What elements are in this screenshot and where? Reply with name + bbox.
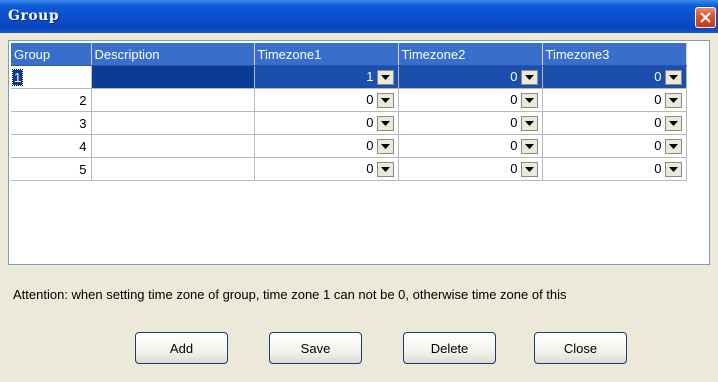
group-number-cell[interactable]: 1 (11, 65, 92, 89)
delete-button[interactable]: Delete (403, 332, 496, 364)
timezone3-dropdown[interactable] (664, 93, 682, 108)
timezone2-cell[interactable]: 0 (398, 65, 543, 89)
table-row[interactable]: 3 0 0 0 (11, 111, 687, 135)
timezone3-dropdown[interactable] (664, 139, 682, 154)
dropdown-arrow-icon (524, 98, 534, 103)
group-number-cell[interactable]: 5 (11, 157, 92, 181)
attention-message: Attention: when setting time zone of gro… (13, 287, 567, 302)
header-row: Group Description Timezone1 Timezone2 Ti… (11, 43, 687, 66)
timezone2-dropdown[interactable] (520, 70, 538, 85)
timezone1-value: 0 (366, 115, 374, 130)
timezone1-value: 0 (366, 161, 374, 176)
timezone3-value: 0 (654, 92, 662, 107)
description-cell[interactable] (91, 88, 255, 112)
close-icon (700, 12, 711, 23)
group-number-cell[interactable]: 3 (11, 111, 92, 135)
timezone3-value: 0 (654, 69, 662, 84)
timezone3-cell[interactable]: 0 (542, 88, 687, 112)
window-title: Group (8, 8, 60, 24)
timezone1-cell[interactable]: 0 (254, 157, 399, 181)
timezone2-value: 0 (510, 92, 518, 107)
table-row[interactable]: 2 0 0 0 (11, 88, 687, 112)
timezone2-dropdown[interactable] (520, 93, 538, 108)
group-window: Group Group Description Timezone1 Timezo… (0, 0, 718, 382)
timezone3-dropdown[interactable] (664, 116, 682, 131)
timezone1-value: 1 (366, 69, 374, 84)
description-cell[interactable] (91, 65, 255, 89)
timezone2-cell[interactable]: 0 (398, 111, 543, 135)
description-cell[interactable] (91, 111, 255, 135)
group-number: 1 (11, 68, 24, 86)
dropdown-arrow-icon (524, 75, 534, 80)
timezone3-cell[interactable]: 0 (542, 111, 687, 135)
timezone1-cell[interactable]: 0 (254, 134, 399, 158)
close-window-button[interactable] (695, 7, 716, 28)
timezone3-cell[interactable]: 0 (542, 157, 687, 181)
column-header-timezone3[interactable]: Timezone3 (542, 43, 687, 66)
group-number-cell[interactable]: 4 (11, 134, 92, 158)
group-number-cell[interactable]: 2 (11, 88, 92, 112)
timezone1-cell[interactable]: 1 (254, 65, 399, 89)
timezone2-dropdown[interactable] (520, 116, 538, 131)
dropdown-arrow-icon (668, 167, 678, 172)
table-row[interactable]: 5 0 0 0 (11, 157, 687, 181)
timezone1-dropdown[interactable] (376, 93, 394, 108)
table-row[interactable]: 4 0 0 0 (11, 134, 687, 158)
timezone3-dropdown[interactable] (664, 70, 682, 85)
dropdown-arrow-icon (668, 121, 678, 126)
dropdown-arrow-icon (524, 144, 534, 149)
timezone3-cell[interactable]: 0 (542, 134, 687, 158)
timezone2-value: 0 (510, 69, 518, 84)
timezone3-value: 0 (654, 138, 662, 153)
timezone3-dropdown[interactable] (664, 162, 682, 177)
timezone2-value: 0 (510, 115, 518, 130)
dropdown-arrow-icon (380, 75, 390, 80)
dropdown-arrow-icon (668, 98, 678, 103)
timezone1-value: 0 (366, 92, 374, 107)
close-button[interactable]: Close (534, 332, 627, 364)
timezone1-dropdown[interactable] (376, 116, 394, 131)
timezone3-value: 0 (654, 161, 662, 176)
column-header-description[interactable]: Description (91, 43, 255, 66)
description-cell[interactable] (91, 134, 255, 158)
dropdown-arrow-icon (668, 75, 678, 80)
timezone1-dropdown[interactable] (376, 162, 394, 177)
timezone2-dropdown[interactable] (520, 162, 538, 177)
group-table: Group Description Timezone1 Timezone2 Ti… (11, 43, 687, 181)
timezone1-value: 0 (366, 138, 374, 153)
timezone2-cell[interactable]: 0 (398, 157, 543, 181)
column-header-timezone2[interactable]: Timezone2 (398, 43, 543, 66)
column-header-timezone1[interactable]: Timezone1 (254, 43, 399, 66)
timezone2-value: 0 (510, 161, 518, 176)
timezone3-cell[interactable]: 0 (542, 65, 687, 89)
timezone1-dropdown[interactable] (376, 70, 394, 85)
dropdown-arrow-icon (380, 144, 390, 149)
timezone2-value: 0 (510, 138, 518, 153)
save-button[interactable]: Save (269, 332, 362, 364)
timezone2-cell[interactable]: 0 (398, 134, 543, 158)
title-bar[interactable]: Group (0, 0, 718, 33)
timezone2-cell[interactable]: 0 (398, 88, 543, 112)
dropdown-arrow-icon (524, 121, 534, 126)
timezone1-dropdown[interactable] (376, 139, 394, 154)
dropdown-arrow-icon (380, 167, 390, 172)
column-header-group[interactable]: Group (11, 43, 92, 66)
dropdown-arrow-icon (380, 98, 390, 103)
dropdown-arrow-icon (380, 121, 390, 126)
dropdown-arrow-icon (668, 144, 678, 149)
description-cell[interactable] (91, 157, 255, 181)
timezone1-cell[interactable]: 0 (254, 111, 399, 135)
table-row[interactable]: 1 1 0 0 (11, 65, 687, 89)
timezone1-cell[interactable]: 0 (254, 88, 399, 112)
timezone2-dropdown[interactable] (520, 139, 538, 154)
dropdown-arrow-icon (524, 167, 534, 172)
group-grid[interactable]: Group Description Timezone1 Timezone2 Ti… (8, 40, 710, 265)
add-button[interactable]: Add (135, 332, 228, 364)
timezone3-value: 0 (654, 115, 662, 130)
